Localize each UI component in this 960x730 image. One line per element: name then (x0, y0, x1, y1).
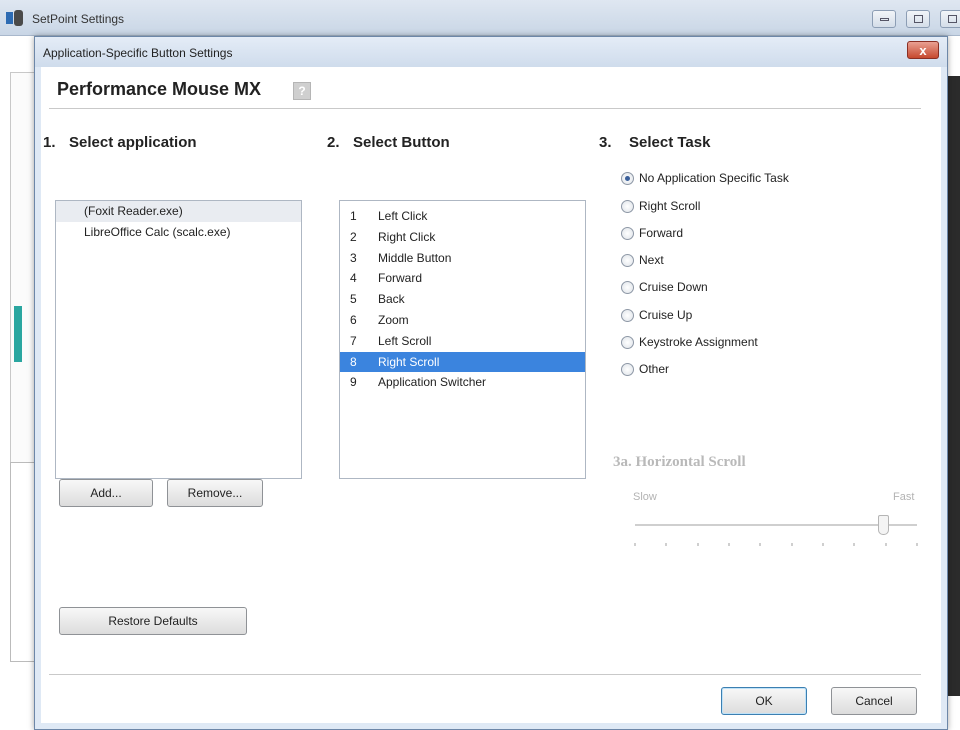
slider-tick (634, 543, 636, 546)
button-list[interactable]: 1 Left Click 2 Right Click 3 Middle Button … (339, 200, 586, 479)
dialog-body: Performance Mouse MX ? 1. Select applicat… (41, 67, 941, 723)
application-list-item[interactable]: (Foxit Reader.exe) (56, 201, 301, 222)
maximize-button[interactable] (906, 10, 930, 28)
task-option-label: Right Scroll (639, 199, 701, 213)
select-task-heading: 3. Select Task (599, 134, 710, 151)
dialog-close-button[interactable]: x (907, 41, 939, 59)
button-label: Left Click (378, 209, 428, 223)
button-list-item[interactable]: 1 Left Click (340, 206, 585, 227)
setpoint-logo-icon (6, 10, 23, 26)
scroll-speed-slider-track[interactable] (635, 524, 917, 526)
scroll-speed-slider-thumb[interactable] (878, 515, 890, 535)
dialog-title: Application-Specific Button Settings (43, 46, 233, 60)
footer-divider (49, 674, 921, 675)
select-button-heading: 2. Select Button (327, 134, 450, 151)
button-list-item[interactable]: 7 Left Scroll (340, 331, 585, 352)
button-label: Left Scroll (378, 333, 432, 348)
button-number: 1 (350, 209, 357, 223)
button-label: Application Switcher (378, 375, 487, 390)
slider-tick (665, 543, 668, 546)
minimize-icon (880, 18, 889, 21)
task-option-label: No Application Specific Task (639, 171, 789, 185)
task-option-label: Forward (639, 226, 684, 240)
task-option-label: Next (639, 253, 664, 267)
restore-defaults-button[interactable]: Restore Defaults (59, 607, 247, 635)
application-label: LibreOffice Calc (scalc.exe) (84, 225, 231, 239)
slider-tick (853, 543, 856, 546)
cancel-button[interactable]: Cancel (831, 687, 917, 715)
section-title: Select Button (353, 134, 450, 151)
button-number: 3 (350, 250, 357, 265)
radio-unchecked[interactable] (621, 336, 634, 349)
button-list-item[interactable]: 3 Middle Button (340, 248, 585, 269)
slider-tick (884, 543, 887, 546)
button-label: Right Scroll (378, 354, 440, 369)
section-number: 2. (327, 134, 340, 151)
radio-checked[interactable] (621, 172, 634, 185)
slider-tick (759, 543, 762, 546)
background-panel (10, 462, 36, 662)
task-option-label: Other (639, 362, 670, 376)
task-option-label: Cruise Up (639, 308, 693, 322)
help-icon[interactable]: ? (293, 82, 311, 100)
button-number: 6 (350, 312, 357, 327)
outer-close-button[interactable] (940, 10, 960, 28)
radio-unchecked[interactable] (621, 227, 634, 240)
background-accent-bar (14, 306, 22, 362)
radio-unchecked[interactable] (621, 309, 634, 322)
radio-unchecked[interactable] (621, 363, 634, 376)
button-label: Right Click (378, 229, 436, 244)
add-application-button[interactable]: Add... (59, 479, 153, 507)
button-number: 9 (350, 375, 357, 390)
button-list-item[interactable]: 4 Forward (340, 268, 585, 289)
button-number: 2 (350, 229, 357, 244)
button-number: 4 (350, 271, 357, 286)
ok-button[interactable]: OK (721, 687, 807, 715)
device-title: Performance Mouse MX (57, 79, 262, 99)
button-list-item[interactable]: 6 Zoom (340, 310, 585, 331)
task-option-label: Cruise Down (639, 280, 708, 294)
horizontal-scroll-heading: 3a. Horizontal Scroll (613, 454, 746, 470)
application-list-item[interactable]: LibreOffice Calc (scalc.exe) (56, 222, 301, 243)
section-number: 3. (599, 134, 612, 151)
application-specific-dialog: Application-Specific Button Settings x P… (34, 36, 948, 730)
button-list-item[interactable]: 9 Application Switcher (340, 372, 585, 393)
maximize-icon (914, 15, 923, 23)
section-number: 1. (43, 134, 56, 151)
slow-label: Slow (633, 491, 657, 503)
button-label: Middle Button (378, 250, 452, 265)
slider-tick (916, 543, 918, 546)
dialog-title-bar[interactable]: Application-Specific Button Settings x (35, 37, 947, 67)
close-icon (948, 15, 957, 23)
application-label: (Foxit Reader.exe) (84, 204, 183, 218)
button-label: Forward (378, 271, 423, 286)
radio-unchecked[interactable] (621, 254, 634, 267)
section-title: Select application (69, 134, 197, 151)
close-icon: x (919, 43, 927, 58)
header-divider (49, 108, 921, 109)
slider-tick (696, 543, 699, 546)
task-option-label: Keystroke Assignment (639, 335, 758, 349)
button-list-item[interactable]: 2 Right Click (340, 227, 585, 248)
fast-label: Fast (893, 491, 915, 503)
section-title: Select Task (629, 134, 711, 151)
slider-tick (728, 543, 730, 546)
outer-title-bar: SetPoint Settings (0, 0, 960, 36)
button-list-item-selected[interactable]: 8 Right Scroll (340, 351, 585, 373)
radio-unchecked[interactable] (621, 281, 634, 294)
application-list[interactable]: (Foxit Reader.exe) LibreOffice Calc (sca… (55, 200, 302, 479)
button-label: Zoom (378, 312, 409, 327)
remove-application-button[interactable]: Remove... (167, 479, 263, 507)
button-number: 8 (350, 354, 357, 369)
button-number: 5 (350, 292, 357, 307)
minimize-button[interactable] (872, 10, 896, 28)
radio-unchecked[interactable] (621, 200, 634, 213)
slider-tick (790, 543, 793, 546)
button-list-item[interactable]: 5 Back (340, 289, 585, 310)
select-application-heading: 1. Select application (43, 134, 197, 151)
slider-tick (822, 543, 824, 546)
outer-window-title: SetPoint Settings (32, 12, 125, 26)
button-number: 7 (350, 333, 357, 348)
button-label: Back (378, 292, 405, 307)
